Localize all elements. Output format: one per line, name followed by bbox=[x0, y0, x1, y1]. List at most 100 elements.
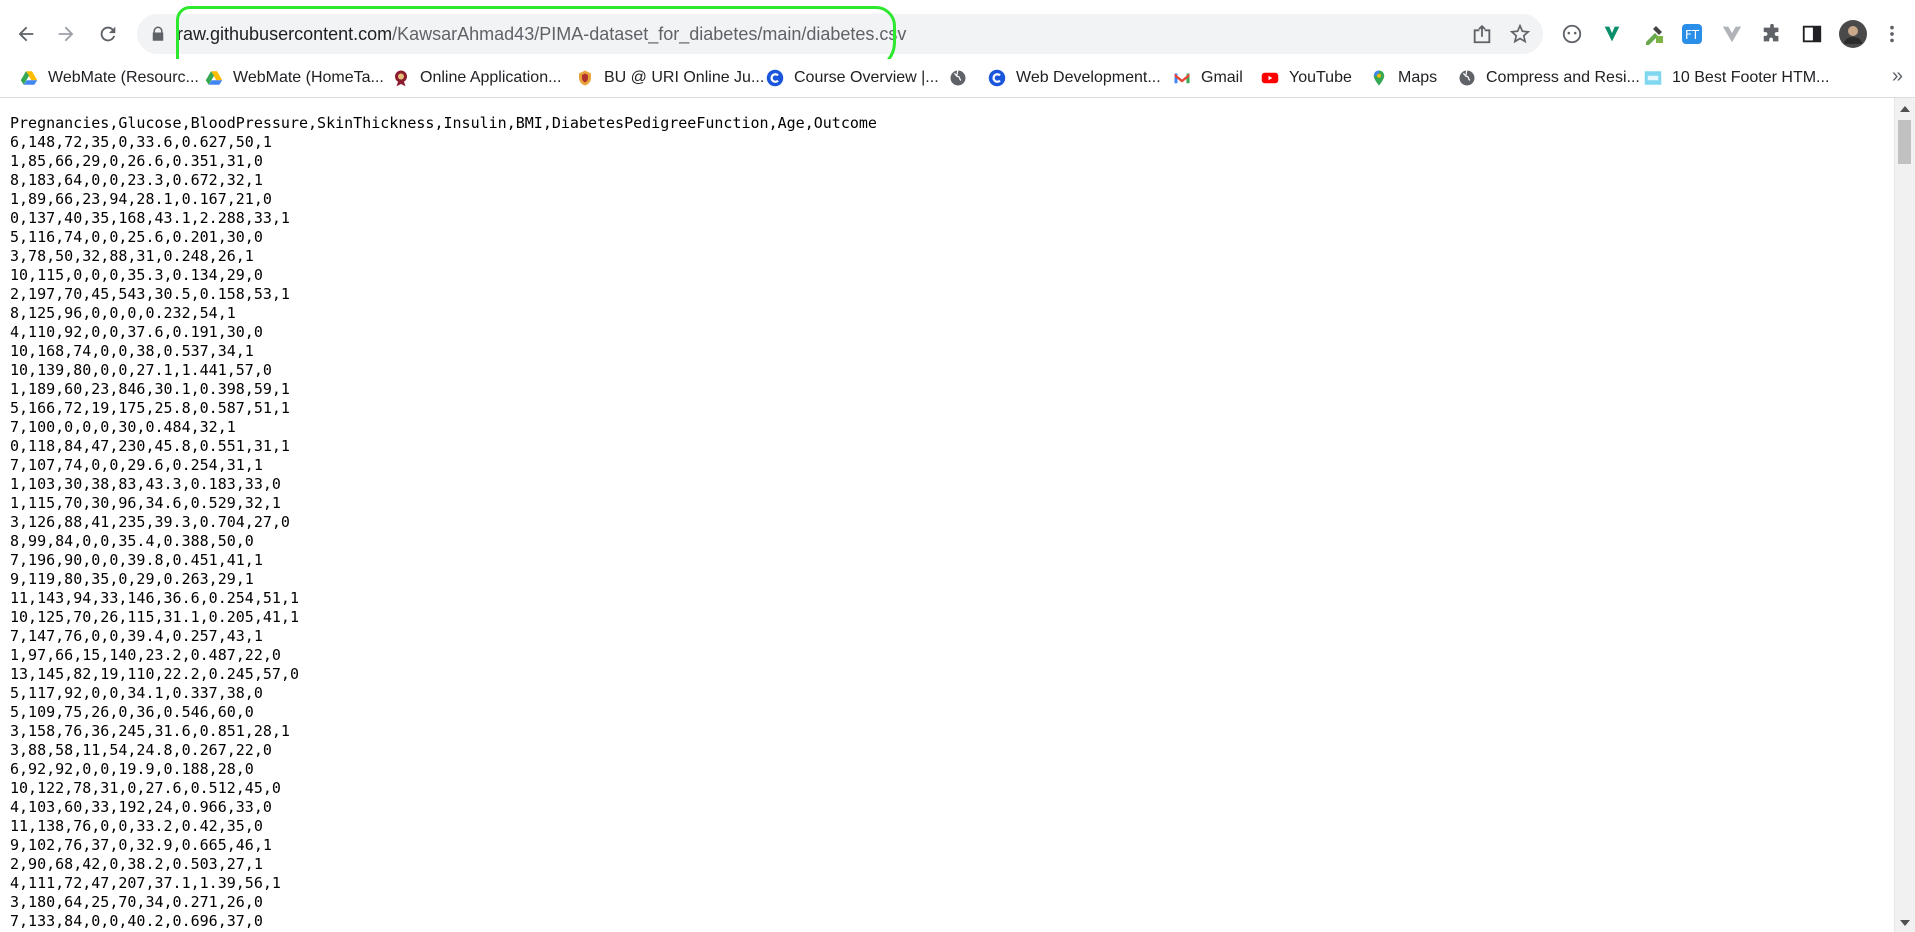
vertical-scrollbar[interactable] bbox=[1894, 98, 1915, 932]
browser-menu-button[interactable] bbox=[1878, 20, 1906, 48]
url-text: raw.githubusercontent.com/KawsarAhmad43/… bbox=[177, 23, 906, 45]
csv-row: 7,107,74,0,0,29.6,0.254,31,1 bbox=[10, 456, 263, 474]
csv-row: 13,145,82,19,110,22.2,0.245,57,0 bbox=[10, 665, 299, 683]
puzzle-icon bbox=[1763, 23, 1779, 42]
csv-row: 8,125,96,0,0,0,0.232,54,1 bbox=[10, 304, 236, 322]
bookmark-webmate-resource[interactable]: WebMate (Resourc... bbox=[20, 66, 199, 90]
csv-row: 6,92,92,0,0,19.9,0.188,28,0 bbox=[10, 760, 254, 778]
bookmark-star-icon[interactable] bbox=[1509, 23, 1531, 45]
csv-row: 10,115,0,0,0,35.3,0.134,29,0 bbox=[10, 266, 263, 284]
forward-button[interactable] bbox=[49, 17, 83, 51]
csv-row: 10,139,80,0,0,27.1,1.441,57,0 bbox=[10, 361, 272, 379]
csv-rows: 6,148,72,35,0,33.6,0.627,50,1 1,85,66,29… bbox=[10, 133, 299, 930]
csv-row: 7,147,76,0,0,39.4,0.257,43,1 bbox=[10, 627, 263, 645]
extensions-menu[interactable] bbox=[1758, 20, 1786, 48]
csv-row: 2,197,70,45,543,30.5,0.158,53,1 bbox=[10, 285, 290, 303]
csv-row: 8,99,84,0,0,35.4,0.388,50,0 bbox=[10, 532, 254, 550]
csv-row: 1,89,66,23,94,28.1,0.167,21,0 bbox=[10, 190, 272, 208]
scroll-thumb[interactable] bbox=[1898, 120, 1911, 164]
lock-icon[interactable] bbox=[149, 25, 167, 43]
circle-extension-icon bbox=[1562, 24, 1582, 44]
bookmark-label: Maps bbox=[1398, 69, 1438, 86]
scroll-down-arrow[interactable] bbox=[1900, 920, 1910, 926]
bookmark-web-development[interactable]: Web Development... bbox=[988, 66, 1161, 90]
csv-row: 1,189,60,23,846,30.1,0.398,59,1 bbox=[10, 380, 290, 398]
url-path: /KawsarAhmad43/PIMA-dataset_for_diabetes… bbox=[392, 24, 907, 44]
extension-eyedropper[interactable] bbox=[1640, 20, 1668, 48]
google-drive-icon bbox=[20, 71, 38, 85]
csv-row: 8,183,64,0,0,23.3,0.672,32,1 bbox=[10, 171, 263, 189]
csv-row: 0,118,84,47,230,45.8,0.551,31,1 bbox=[10, 437, 290, 455]
image-thumb-icon bbox=[1644, 71, 1662, 85]
extension-vue[interactable] bbox=[1718, 20, 1746, 48]
gmail-icon bbox=[1174, 73, 1190, 84]
extension-circle[interactable] bbox=[1558, 20, 1586, 48]
reload-button[interactable] bbox=[91, 17, 125, 51]
csv-text: Pregnancies,Glucose,BloodPressure,SkinTh… bbox=[0, 98, 1895, 931]
csv-row: 3,88,58,11,54,24.8,0.267,22,0 bbox=[10, 741, 272, 759]
csv-header-line: Pregnancies,Glucose,BloodPressure,SkinTh… bbox=[10, 114, 877, 132]
extension-teal[interactable] bbox=[1598, 20, 1626, 48]
reload-icon bbox=[100, 26, 116, 42]
csv-row: 11,138,76,0,0,33.2,0.42,35,0 bbox=[10, 817, 263, 835]
side-panel-button[interactable] bbox=[1798, 20, 1826, 48]
csv-row: 7,133,84,0,0,40.2,0.696,37,0 bbox=[10, 912, 263, 930]
csv-row: 7,100,0,0,0,30,0.484,32,1 bbox=[10, 418, 236, 436]
teal-arrow-icon bbox=[1604, 26, 1620, 42]
bookmark-label: 10 Best Footer HTM... bbox=[1672, 69, 1830, 86]
bookmarks-overflow-button[interactable]: » bbox=[1892, 65, 1903, 88]
share-icon[interactable] bbox=[1471, 23, 1493, 45]
google-drive-icon bbox=[205, 71, 223, 85]
extension-ft[interactable]: FT bbox=[1678, 20, 1706, 48]
bookmark-online-application[interactable]: Online Application... bbox=[392, 66, 561, 90]
profile-button[interactable] bbox=[1839, 20, 1867, 48]
scroll-up-arrow[interactable] bbox=[1900, 106, 1910, 112]
csv-row: 0,137,40,35,168,43.1,2.288,33,1 bbox=[10, 209, 290, 227]
csv-row: 5,116,74,0,0,25.6,0.201,30,0 bbox=[10, 228, 263, 246]
csv-row: 4,110,92,0,0,37.6,0.191,30,0 bbox=[10, 323, 263, 341]
csv-row: 10,122,78,31,0,27.6,0.512,45,0 bbox=[10, 779, 281, 797]
csv-row: 3,78,50,32,88,31,0.248,26,1 bbox=[10, 247, 254, 265]
c-logo-icon bbox=[766, 69, 784, 87]
browser-toolbar: raw.githubusercontent.com/KawsarAhmad43/… bbox=[0, 0, 1915, 72]
side-panel-icon bbox=[1802, 25, 1822, 43]
youtube-icon bbox=[1261, 72, 1279, 84]
bookmark-youtube[interactable]: YouTube bbox=[1261, 66, 1352, 90]
profile-avatar bbox=[1839, 20, 1867, 48]
crest-icon bbox=[579, 70, 591, 86]
csv-row: 3,180,64,25,70,34,0.271,26,0 bbox=[10, 893, 263, 911]
bookmark-bu-uri[interactable]: BU @ URI Online Ju... bbox=[576, 66, 764, 90]
bookmark-maps[interactable]: Maps bbox=[1370, 66, 1437, 90]
bookmark-course-overview[interactable]: Course Overview |... bbox=[766, 66, 939, 90]
csv-row: 5,117,92,0,0,34.1,0.337,38,0 bbox=[10, 684, 263, 702]
svg-text:FT: FT bbox=[1685, 28, 1700, 42]
bookmarks-bar: WebMate (Resourc... WebMate (HomeTa... O… bbox=[0, 59, 1915, 98]
bookmark-compress-resize[interactable]: Compress and Resi... bbox=[1458, 66, 1640, 90]
seal-icon bbox=[395, 70, 407, 87]
csv-row: 5,109,75,26,0,36,0.546,60,0 bbox=[10, 703, 254, 721]
v-shape-icon bbox=[1722, 26, 1742, 43]
url-host: raw.githubusercontent.com bbox=[177, 24, 393, 44]
bookmark-webmate-hometask[interactable]: WebMate (HomeTa... bbox=[205, 66, 384, 90]
csv-row: 1,97,66,15,140,23.2,0.487,22,0 bbox=[10, 646, 281, 664]
csv-row: 3,126,88,41,235,39.3,0.704,27,0 bbox=[10, 513, 290, 531]
bookmark-label: Web Development... bbox=[1016, 69, 1161, 86]
address-bar[interactable]: raw.githubusercontent.com/KawsarAhmad43/… bbox=[137, 14, 1543, 54]
bookmark-label: WebMate (Resourc... bbox=[48, 69, 199, 86]
csv-row: 9,119,80,35,0,29,0.263,29,1 bbox=[10, 570, 254, 588]
bookmark-footer-html[interactable]: 10 Best Footer HTM... bbox=[1644, 66, 1829, 90]
csv-row: 9,102,76,37,0,32.9,0.665,46,1 bbox=[10, 836, 272, 854]
csv-row: 10,125,70,26,115,31.1,0.205,41,1 bbox=[10, 608, 299, 626]
back-button[interactable] bbox=[9, 17, 43, 51]
c-logo-icon bbox=[988, 69, 1006, 87]
bookmark-globe[interactable] bbox=[949, 66, 977, 90]
csv-row: 7,196,90,0,0,39.8,0.451,41,1 bbox=[10, 551, 263, 569]
bookmark-label: WebMate (HomeTa... bbox=[233, 69, 384, 86]
bookmark-gmail[interactable]: Gmail bbox=[1173, 66, 1243, 90]
csv-row: 4,111,72,47,207,37.1,1.39,56,1 bbox=[10, 874, 281, 892]
back-icon bbox=[18, 26, 34, 42]
globe-icon bbox=[950, 70, 966, 86]
csv-row: 1,85,66,29,0,26.6,0.351,31,0 bbox=[10, 152, 263, 170]
maps-pin-icon bbox=[1373, 70, 1385, 86]
csv-row: 10,168,74,0,0,38,0.537,34,1 bbox=[10, 342, 254, 360]
